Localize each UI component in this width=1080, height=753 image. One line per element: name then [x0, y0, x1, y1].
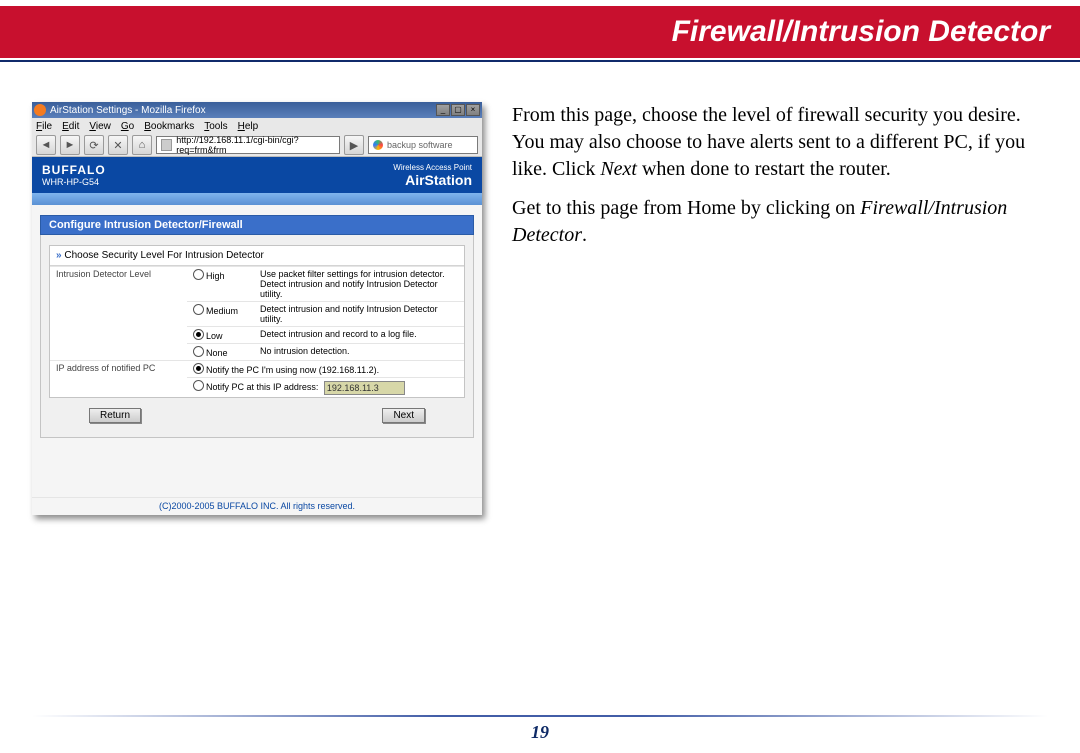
- go-button[interactable]: ▶: [344, 135, 364, 155]
- window-titlebar: AirStation Settings - Mozilla Firefox _ …: [32, 102, 482, 118]
- group-title: » Choose Security Level For Intrusion De…: [50, 246, 464, 266]
- radio-high[interactable]: [193, 269, 204, 280]
- radio-low[interactable]: [193, 329, 204, 340]
- reload-button[interactable]: ⟳: [84, 135, 104, 155]
- search-engine-icon: [373, 140, 383, 150]
- router-logo-sub: Wireless Access Point: [393, 163, 472, 172]
- router-copyright: (C)2000-2005 BUFFALO INC. All rights res…: [32, 497, 482, 515]
- stop-button[interactable]: ✕: [108, 135, 128, 155]
- footer-rule: [32, 715, 1048, 717]
- desc-medium: Detect intrusion and notify Intrusion De…: [254, 302, 464, 327]
- search-placeholder: backup software: [387, 140, 453, 150]
- menu-file[interactable]: File: [36, 121, 52, 132]
- search-box[interactable]: backup software: [368, 136, 478, 154]
- level-table: Intrusion Detector Level High Use packet…: [50, 266, 464, 360]
- ip-table: IP address of notified PC Notify the PC …: [50, 360, 464, 397]
- ip-label: IP address of notified PC: [50, 361, 187, 397]
- section-title: Configure Intrusion Detector/Firewall: [40, 215, 474, 235]
- menu-tools[interactable]: Tools: [204, 121, 227, 132]
- menu-bar: File Edit View Go Bookmarks Tools Help: [32, 118, 482, 134]
- window-close-button[interactable]: ×: [466, 104, 480, 116]
- router-brand: BUFFALO: [42, 163, 106, 177]
- router-logo-main: AirStation: [393, 172, 472, 188]
- header-bar: Firewall/Intrusion Detector: [0, 6, 1080, 58]
- return-button[interactable]: Return: [89, 408, 141, 423]
- radio-none[interactable]: [193, 346, 204, 357]
- page-title: Firewall/Intrusion Detector: [672, 15, 1050, 49]
- menu-view[interactable]: View: [89, 121, 111, 132]
- radio-notify-ip[interactable]: [193, 380, 204, 391]
- toolbar: ◄ ► ⟳ ✕ ⌂ http://192.168.11.1/cgi-bin/cg…: [32, 134, 482, 157]
- next-keyword: Next: [600, 158, 637, 180]
- desc-high: Use packet filter settings for intrusion…: [254, 267, 464, 302]
- ip-address-input[interactable]: 192.168.11.3: [324, 381, 405, 395]
- menu-help[interactable]: Help: [238, 121, 259, 132]
- address-bar[interactable]: http://192.168.11.1/cgi-bin/cgi?req=frm&…: [156, 136, 340, 154]
- router-tabstrip: [32, 193, 482, 205]
- window-minimize-button[interactable]: _: [436, 104, 450, 116]
- page-number: 19: [0, 722, 1080, 743]
- menu-bookmarks[interactable]: Bookmarks: [144, 121, 194, 132]
- router-header: BUFFALO WHR-HP-G54 Wireless Access Point…: [32, 157, 482, 193]
- forward-button[interactable]: ►: [60, 135, 80, 155]
- arrow-icon: »: [56, 250, 62, 261]
- level-label: Intrusion Detector Level: [50, 267, 187, 361]
- desc-low: Detect intrusion and record to a log fil…: [254, 327, 464, 344]
- router-model: WHR-HP-G54: [42, 177, 106, 187]
- radio-notify-current[interactable]: [193, 363, 204, 374]
- next-button[interactable]: Next: [382, 408, 425, 423]
- window-maximize-button[interactable]: ▢: [451, 104, 465, 116]
- firefox-icon: [34, 104, 46, 116]
- menu-go[interactable]: Go: [121, 121, 134, 132]
- menu-edit[interactable]: Edit: [62, 121, 79, 132]
- home-button[interactable]: ⌂: [132, 135, 152, 155]
- window-title: AirStation Settings - Mozilla Firefox: [50, 105, 432, 116]
- favicon-icon: [161, 139, 172, 151]
- url-text: http://192.168.11.1/cgi-bin/cgi?req=frm&…: [176, 135, 335, 155]
- back-button[interactable]: ◄: [36, 135, 56, 155]
- screenshot-panel: AirStation Settings - Mozilla Firefox _ …: [32, 102, 482, 515]
- radio-medium[interactable]: [193, 304, 204, 315]
- desc-none: No intrusion detection.: [254, 344, 464, 361]
- body-text: From this page, choose the level of fire…: [512, 102, 1048, 261]
